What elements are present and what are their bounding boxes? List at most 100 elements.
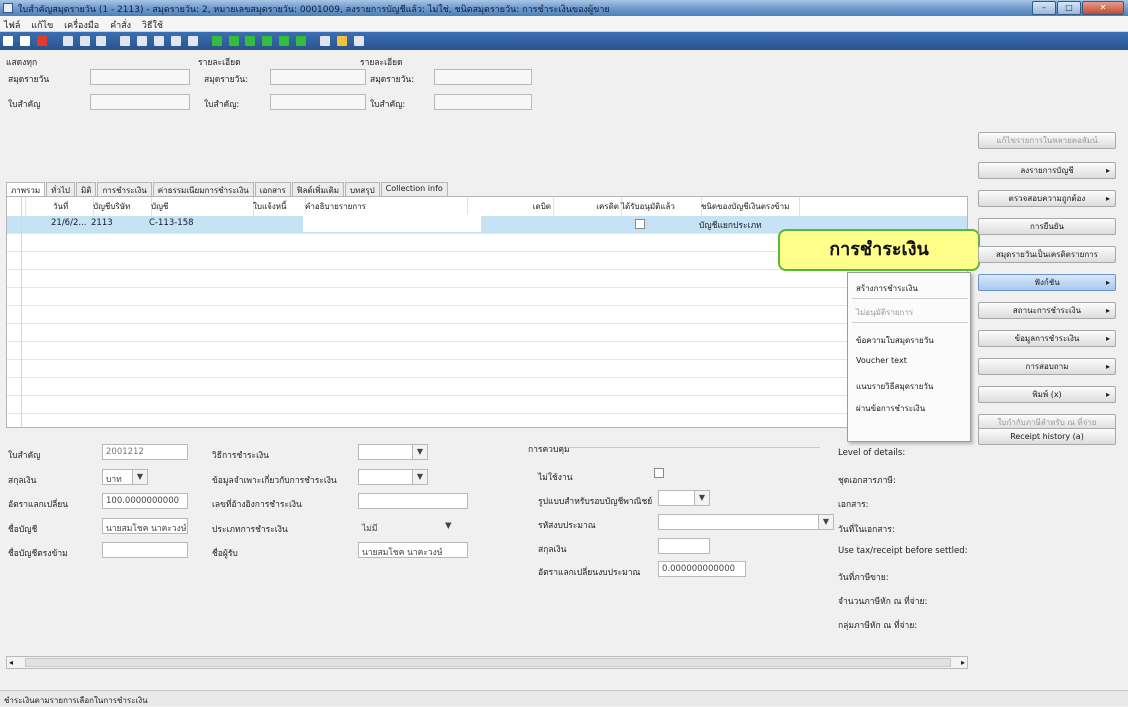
journal-field[interactable] <box>90 69 190 85</box>
dropdown-arrow-icon[interactable]: ▼ <box>412 445 427 459</box>
new-icon[interactable] <box>3 36 13 46</box>
level-of-details-label: Level of details: <box>838 448 906 458</box>
next-record-icon[interactable] <box>262 36 273 46</box>
currency-code-field[interactable] <box>658 538 710 554</box>
payment-method-field[interactable]: ▼ <box>358 444 428 460</box>
dropdown-arrow-icon[interactable]: ▼ <box>132 470 147 484</box>
tab-payment[interactable]: การชำระเงิน <box>97 182 152 196</box>
maximize-button[interactable]: □ <box>1057 1 1081 15</box>
hold-checkbox[interactable] <box>654 468 664 478</box>
previous-record-icon[interactable] <box>245 36 256 46</box>
tab-document[interactable]: เอกสาร <box>254 182 291 196</box>
refresh-icon[interactable] <box>62 36 73 46</box>
print-button[interactable]: พิมพ์ (x) ▸ <box>978 386 1116 403</box>
payment-type-field[interactable]: ไม่มี ▼ <box>358 518 468 534</box>
menu-item-payment-proposal[interactable]: ผ่านข้อการชำระเงิน <box>856 402 925 415</box>
close-button[interactable]: ✕ <box>1082 1 1124 15</box>
budget-rate-field[interactable]: 0.000000000000 <box>658 561 746 577</box>
alert-icon[interactable] <box>336 36 347 46</box>
sort-icon[interactable] <box>170 36 181 46</box>
button-label: ใบกำกับภาษีสำหรับ ณ ที่จ่าย <box>997 418 1097 427</box>
menu-item-journal-text[interactable]: ข้อความใบสมุดรายวัน <box>856 334 934 347</box>
receipt-history-button[interactable]: Receipt history (a) <box>978 428 1116 445</box>
scroll-right-icon[interactable]: ▸ <box>961 658 965 667</box>
filter-selection-icon[interactable] <box>137 36 148 46</box>
validate-button[interactable]: ตรวจสอบความถูกต้อง ▸ <box>978 190 1116 207</box>
minimize-button[interactable]: – <box>1032 1 1056 15</box>
save-icon[interactable] <box>19 36 30 46</box>
horizontal-scrollbar[interactable]: ◂ ▸ <box>6 656 968 669</box>
dropdown-arrow-icon[interactable]: ▼ <box>445 521 452 531</box>
table-row[interactable] <box>7 270 967 288</box>
remove-filter-icon[interactable] <box>187 36 198 46</box>
scrollbar-thumb[interactable] <box>25 658 951 667</box>
credit-journal-button[interactable]: สมุดรายวันเป็นเครดิตรายการ <box>978 246 1116 263</box>
journal-field[interactable] <box>270 69 366 85</box>
print-icon[interactable] <box>79 36 90 46</box>
tab-dimension[interactable]: มิติ <box>75 182 97 196</box>
button-label: การยืนยัน <box>1030 222 1064 231</box>
tab-summary[interactable]: บทสรุป <box>345 182 380 196</box>
payment-status-button[interactable]: สถานะการชำระเงิน ▸ <box>978 302 1116 319</box>
button-label: Receipt history (a) <box>1010 432 1084 441</box>
table-row[interactable] <box>7 342 967 360</box>
journal-field[interactable] <box>434 69 532 85</box>
voucher-field[interactable] <box>90 94 190 110</box>
tab-overview[interactable]: ภาพรวม <box>6 182 46 196</box>
delete-icon[interactable] <box>36 36 47 46</box>
functions-button[interactable]: ฟังก์ชัน ▸ <box>978 274 1116 291</box>
payment-spec-field[interactable]: ▼ <box>358 469 428 485</box>
tab-general[interactable]: ทั่วไป <box>46 182 75 196</box>
payment-method-label: วิธีการชำระเงิน <box>212 451 269 461</box>
approval-button[interactable]: การยืนยัน <box>978 218 1116 235</box>
preview-icon[interactable] <box>96 36 107 46</box>
budget-code-field[interactable]: ▼ <box>658 514 834 530</box>
recipient-name-field[interactable]: นายสมโชค นาคะวงษ์ <box>358 542 468 558</box>
post-button[interactable]: ลงรายการบัญชี ▸ <box>978 162 1116 179</box>
tab-additional-fields[interactable]: ฟิลด์เพิ่มเติม <box>291 182 345 196</box>
offset-name-label: ชื่อบัญชีตรงข้าม <box>8 549 68 559</box>
dropdown-arrow-icon[interactable]: ▼ <box>694 491 709 505</box>
group-title: รายละเอียด <box>198 58 241 68</box>
submenu-arrow-icon: ▸ <box>1105 166 1110 175</box>
tab-payment-fee[interactable]: ค่าธรรมเนียมการชำระเงิน <box>152 182 254 196</box>
withholding-group-label: กลุ่มภาษีหัก ณ ที่จ่าย: <box>838 621 918 631</box>
first-record-icon[interactable] <box>211 36 222 46</box>
voucher-field[interactable]: 2001212 <box>102 444 188 460</box>
approved-checkbox[interactable] <box>635 219 645 229</box>
offset-name-field[interactable] <box>102 542 188 558</box>
dropdown-arrow-icon[interactable]: ▼ <box>818 515 833 529</box>
payment-ref-field[interactable] <box>358 493 468 509</box>
scroll-left-icon[interactable]: ◂ <box>9 658 13 667</box>
title-bar: ใบสำคัญสมุดรายวัน (1 - 2113) - สมุดรายวั… <box>0 0 1128 16</box>
voucher-field[interactable] <box>434 94 532 110</box>
table-row[interactable] <box>7 324 967 342</box>
payment-info-button[interactable]: ข้อมูลการชำระเงิน ▸ <box>978 330 1116 347</box>
submenu-arrow-icon: ▸ <box>1105 278 1110 287</box>
menu-item-attach-journal[interactable]: แนบรายวิธีสมุดรายวัน <box>856 380 933 393</box>
voucher-field[interactable] <box>270 94 366 110</box>
inquiries-button[interactable]: การสอบถาม ▸ <box>978 358 1116 375</box>
table-row[interactable] <box>7 306 967 324</box>
currency-field[interactable]: บาท ▼ <box>102 469 148 485</box>
menu-item-create-payment[interactable]: สร้างการชำระเงิน <box>856 282 918 295</box>
cell-date: 21/6/2... <box>51 218 87 228</box>
document-handling-icon[interactable] <box>319 36 330 46</box>
tab-collection-info[interactable]: Collection info <box>380 182 448 196</box>
payment-type-value: ไม่มี <box>362 524 378 534</box>
table-row[interactable] <box>7 396 967 414</box>
next-page-icon[interactable] <box>279 36 290 46</box>
filter-icon[interactable] <box>120 36 131 46</box>
dropdown-arrow-icon[interactable]: ▼ <box>412 470 427 484</box>
table-row[interactable] <box>7 378 967 396</box>
account-name-field[interactable]: นายสมโชค นาคะวงษ์ <box>102 518 188 534</box>
table-row[interactable] <box>7 288 967 306</box>
advanced-filter-icon[interactable] <box>154 36 164 46</box>
table-row[interactable] <box>7 360 967 378</box>
previous-page-icon[interactable] <box>228 36 239 46</box>
last-record-icon[interactable] <box>296 36 306 46</box>
exchange-rate-field[interactable]: 100.0000000000 <box>102 493 188 509</box>
help-icon[interactable] <box>353 36 364 46</box>
menu-item-voucher-text[interactable]: Voucher text <box>856 356 907 365</box>
reason-field[interactable]: ▼ <box>658 490 710 506</box>
